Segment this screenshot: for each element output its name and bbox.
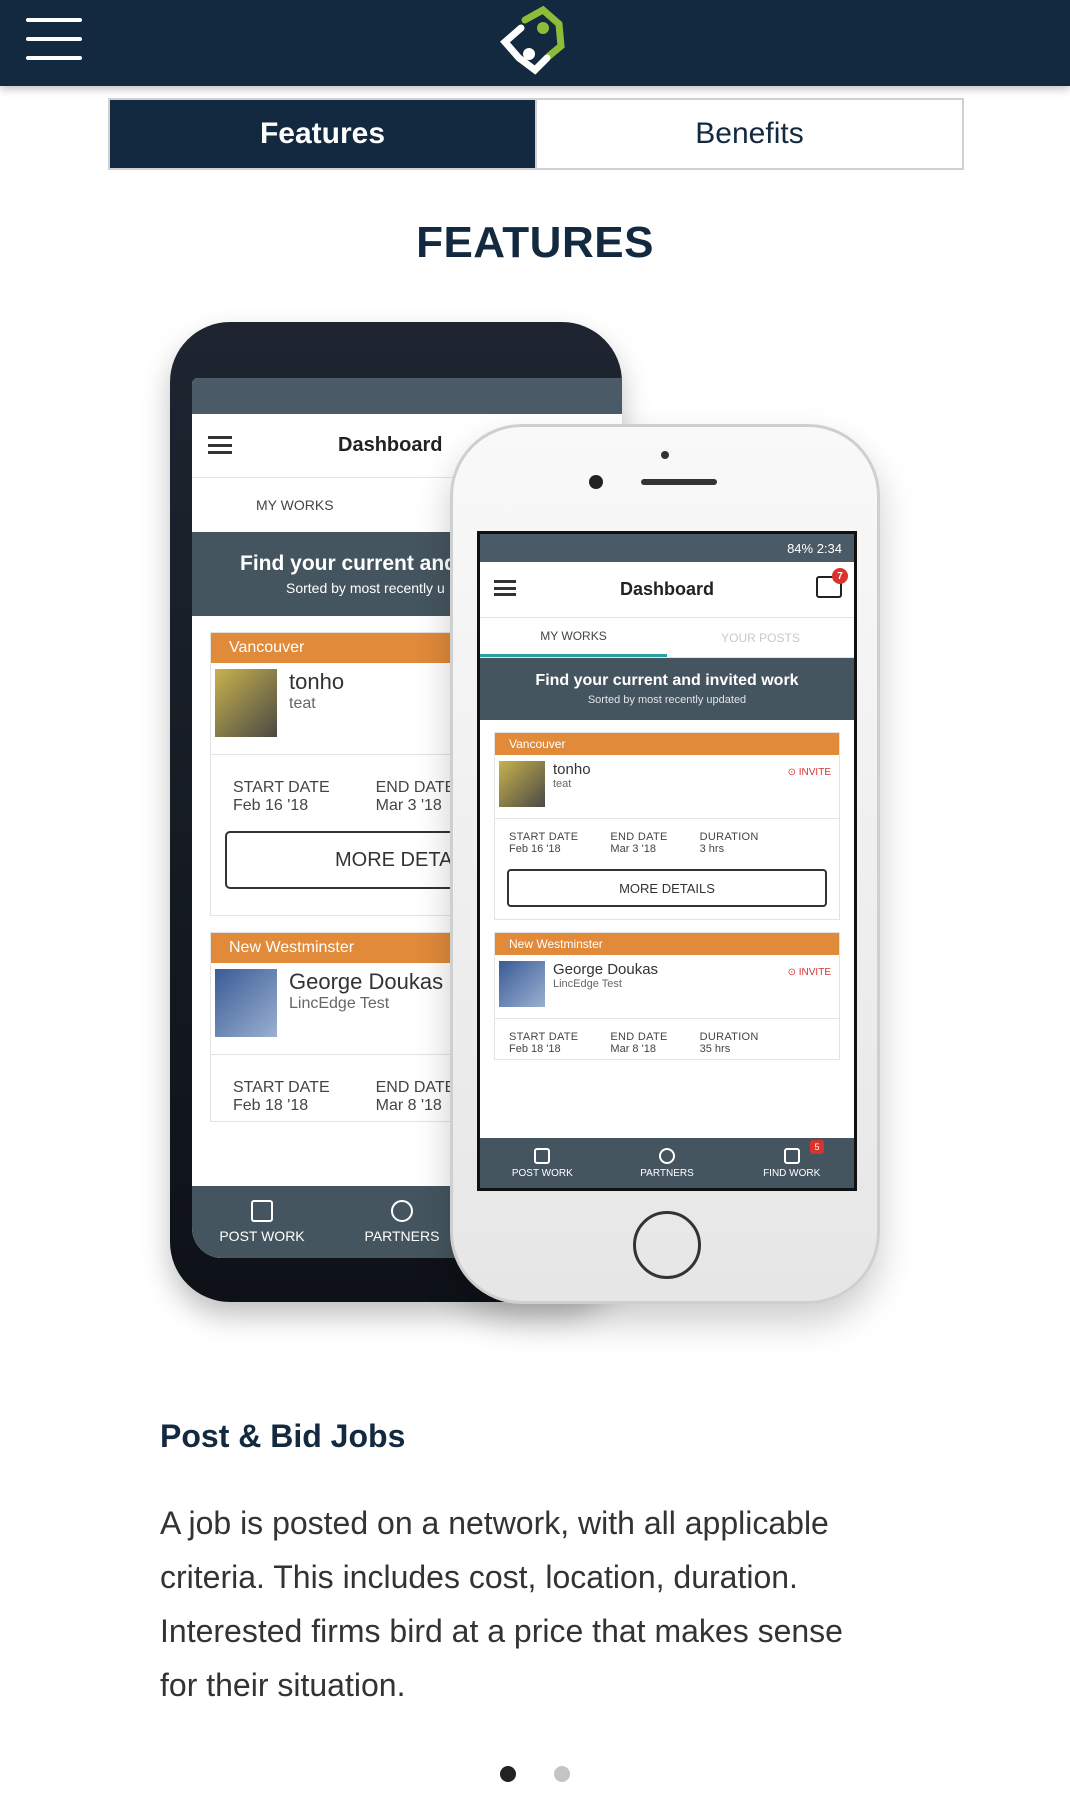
- invite-label: INVITE: [798, 767, 831, 778]
- status-text: 84% 2:34: [787, 540, 842, 556]
- app-bar: Dashboard 7: [480, 562, 854, 618]
- start-date-label: START DATE: [233, 779, 330, 796]
- job-person: tonho teat ⊙ INVITE: [495, 755, 839, 819]
- phone-camera: [589, 475, 603, 489]
- carousel-pagination: [500, 1766, 570, 1782]
- person-name: tonho: [289, 669, 345, 694]
- person-company: LincEdge Test: [289, 995, 390, 1012]
- work-banner: Find your current and invited work Sorte…: [480, 658, 854, 720]
- duration: 3 hrs: [699, 843, 725, 855]
- job-location: Vancouver: [495, 733, 839, 755]
- end-date-label: END DATE: [375, 1079, 456, 1096]
- start-date-label: START DATE: [233, 1079, 330, 1096]
- subtabs: MY WORKS YOUR POSTS: [480, 618, 854, 658]
- iphone: 84% 2:34 Dashboard 7 MY WORKS YOUR POSTS…: [450, 424, 880, 1304]
- nav-label: POST WORK: [219, 1228, 305, 1244]
- end-date: Mar 3 '18: [375, 797, 442, 814]
- carousel-dot-1[interactable]: [500, 1766, 516, 1782]
- banner-title: Find your current and invited work: [535, 672, 799, 689]
- duration: 35 hrs: [699, 1043, 731, 1055]
- duration-label: DURATION: [699, 831, 759, 843]
- start-date: Feb 18 '18: [233, 1097, 309, 1114]
- avatar: [215, 969, 277, 1037]
- feature-description: A job is posted on a network, with all a…: [160, 1505, 843, 1703]
- find-work-badge: 5: [810, 1140, 825, 1154]
- status-bar: [192, 378, 622, 414]
- end-date-label: END DATE: [375, 779, 456, 796]
- app-phone-mockup-image: Dashboard MY WORKS Find your current and…: [160, 318, 890, 1368]
- job-dates: START DATE Feb 16 '18 END DATE Mar 3 '18 D…: [495, 819, 839, 859]
- bottom-nav: POST WORK PARTNERS FIND WORK 5: [480, 1138, 854, 1188]
- start-date: Feb 16 '18: [509, 843, 561, 855]
- subtab-my-works: MY WORKS: [480, 618, 667, 657]
- more-details-button: MORE DETAILS: [507, 869, 827, 907]
- lincedge-logo-icon[interactable]: [495, 6, 575, 78]
- tab-features[interactable]: Features: [110, 100, 535, 168]
- section-tabs: Features Benefits: [108, 98, 964, 170]
- app-title: Dashboard: [619, 579, 715, 599]
- job-card: Vancouver tonho teat ⊙ INVITE START DATE…: [494, 732, 840, 920]
- nav-label: POST WORK: [511, 1167, 573, 1179]
- app-title: Dashboard: [338, 434, 443, 456]
- star-icon: [391, 1200, 413, 1222]
- inbox-badge: 7: [832, 568, 848, 584]
- end-date: Mar 8 '18: [375, 1097, 442, 1114]
- subtab-your-posts: YOUR POSTS: [721, 630, 800, 645]
- avatar: [499, 961, 545, 1007]
- job-location: New Westminster: [495, 933, 839, 955]
- invite-label: INVITE: [798, 967, 831, 978]
- star-icon: [659, 1147, 675, 1164]
- nav-label: FIND WORK: [763, 1167, 821, 1179]
- nav-label: PARTNERS: [640, 1167, 694, 1179]
- status-bar: 84% 2:34: [480, 534, 854, 562]
- hamburger-menu-icon[interactable]: [26, 16, 84, 62]
- person-name: George Doukas: [553, 961, 659, 978]
- iphone-screen: 84% 2:34 Dashboard 7 MY WORKS YOUR POSTS…: [477, 531, 857, 1191]
- section-title: FEATURES: [416, 218, 654, 267]
- nav-post-work: POST WORK: [192, 1186, 332, 1258]
- start-date-label: START DATE: [509, 1031, 579, 1043]
- invite-badge: ⊙ INVITE: [787, 967, 831, 978]
- feature-title: Post & Bid Jobs: [160, 1418, 406, 1454]
- nav-partners: PARTNERS: [605, 1138, 730, 1188]
- plus-square-icon: [534, 1147, 551, 1164]
- carousel-dot-2[interactable]: [554, 1766, 570, 1782]
- handshake-icon: [783, 1147, 800, 1164]
- start-date-label: START DATE: [509, 831, 579, 843]
- end-date-label: END DATE: [610, 1031, 668, 1043]
- job-card: New Westminster George Doukas LincEdge T…: [494, 932, 840, 1060]
- start-date: Feb 18 '18: [509, 1043, 561, 1055]
- home-button: [633, 1211, 701, 1279]
- top-navigation-bar: [0, 0, 1070, 86]
- phone-speaker: [641, 479, 717, 485]
- end-date-label: END DATE: [610, 831, 668, 843]
- banner-subtitle: Sorted by most recently updated: [587, 694, 747, 706]
- end-date: Mar 8 '18: [610, 1043, 656, 1055]
- person-company: teat: [289, 695, 316, 712]
- person-company: LincEdge Test: [553, 978, 622, 990]
- tab-benefits[interactable]: Benefits: [535, 100, 962, 168]
- person-name: George Doukas: [289, 969, 444, 994]
- menu-icon: [208, 436, 232, 454]
- nav-post-work: POST WORK: [480, 1138, 605, 1188]
- job-dates: START DATE Feb 18 '18 END DATE Mar 8 '18 D…: [495, 1019, 839, 1059]
- avatar: [499, 761, 545, 807]
- job-person: George Doukas LincEdge Test ⊙ INVITE: [495, 955, 839, 1019]
- phone-sensor: [661, 451, 669, 459]
- nav-label: PARTNERS: [364, 1228, 440, 1244]
- person-name: tonho: [553, 761, 591, 778]
- duration-label: DURATION: [699, 1031, 759, 1043]
- start-date: Feb 16 '18: [233, 797, 309, 814]
- plus-square-icon: [251, 1200, 273, 1222]
- invite-badge: ⊙ INVITE: [787, 767, 831, 778]
- person-company: teat: [553, 778, 572, 790]
- nav-find-work: FIND WORK 5: [729, 1138, 854, 1188]
- menu-icon: [494, 580, 516, 596]
- avatar: [215, 669, 277, 737]
- end-date: Mar 3 '18: [610, 843, 656, 855]
